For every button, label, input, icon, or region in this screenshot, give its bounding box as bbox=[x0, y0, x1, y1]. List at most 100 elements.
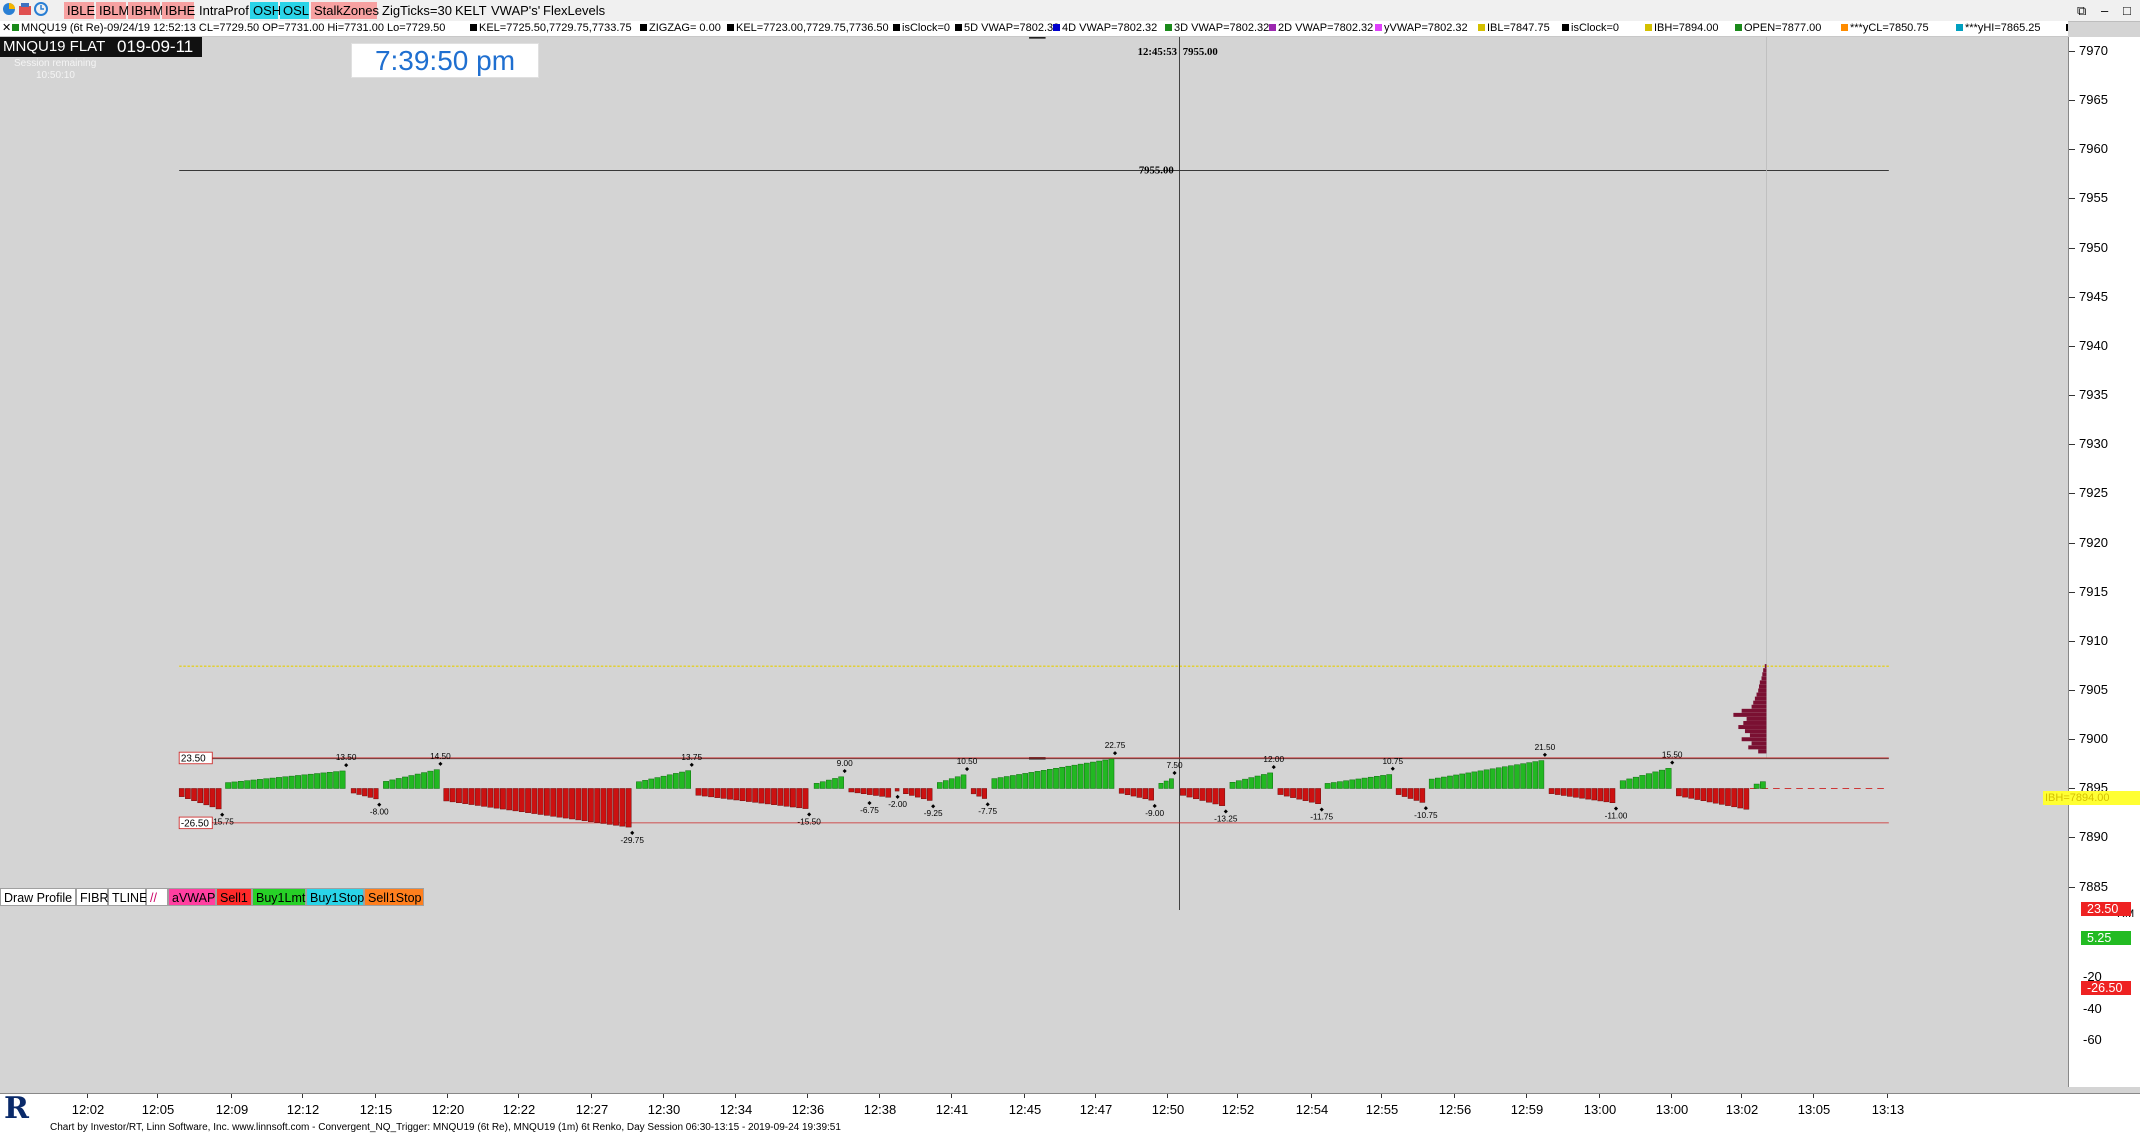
osc-bar-negative bbox=[1560, 788, 1567, 796]
osc-bar-negative bbox=[569, 788, 575, 820]
study-value-item: 4D VWAP=7802.32 bbox=[1053, 21, 1157, 36]
study-button-ible[interactable]: IBLE bbox=[64, 2, 95, 19]
osc-bar-negative bbox=[191, 788, 197, 801]
osc-pivot-marker bbox=[1172, 770, 1177, 776]
osc-bar-positive bbox=[276, 777, 282, 789]
osc-bar-negative bbox=[197, 788, 204, 804]
time-axis[interactable]: R 12:02 12:05 12:09 12:12 12:15 12:20 12:22 12:… bbox=[0, 1093, 2140, 1124]
profile-button-sell1[interactable]: Sell1 bbox=[216, 888, 252, 906]
osc-bar-negative bbox=[594, 788, 601, 823]
osc-bar-positive bbox=[1361, 777, 1368, 789]
osc-bar-negative bbox=[745, 788, 752, 802]
osc-upper-tag: 23.50 bbox=[2081, 902, 2131, 917]
osc-bar-positive bbox=[679, 771, 685, 789]
osc-bar-positive bbox=[1355, 778, 1362, 789]
top-splitter-handle bbox=[1029, 37, 1046, 39]
osc-pivot-marker bbox=[1613, 806, 1619, 811]
series-color-swatch bbox=[12, 24, 19, 31]
profile-button-sell1stop[interactable]: Sell1Stop bbox=[364, 888, 424, 906]
price-chart[interactable]: 12:45:53 7955.00 7955.00 -15.75 13.50 -8.00 14… bbox=[0, 37, 2068, 910]
study-button-ibhm[interactable]: IBHM bbox=[128, 2, 164, 19]
clock-icon[interactable] bbox=[34, 2, 48, 16]
osc-bar-negative bbox=[512, 788, 519, 812]
osc-pivot-label: -9.25 bbox=[924, 809, 943, 818]
profile-button-draw-profile[interactable]: Draw Profile bbox=[0, 888, 76, 906]
close-chart-icon[interactable]: ✕ bbox=[2, 21, 11, 36]
osc-bar-negative bbox=[701, 788, 708, 797]
study-value-text: 4D VWAP=7802.32 bbox=[1062, 22, 1158, 34]
study-button-osl[interactable]: OSL bbox=[280, 2, 309, 19]
osc-bar-negative bbox=[600, 788, 607, 824]
osc-bar-positive bbox=[414, 773, 421, 789]
osc-bar-positive bbox=[1386, 774, 1393, 789]
study-button-vwap-s-[interactable]: VWAP's' bbox=[488, 2, 540, 19]
osc-bar-positive bbox=[685, 770, 692, 789]
osc-bar-positive bbox=[660, 775, 667, 789]
osc-bar-negative bbox=[1688, 788, 1694, 799]
osc-bar-negative bbox=[581, 788, 588, 822]
osc-pivot-label: 14.50 bbox=[430, 752, 451, 761]
study-value-item: MNQU19 (6t Re)-09/24/19 12:52:13 CL=7729… bbox=[12, 21, 445, 36]
profile-button--[interactable]: // bbox=[146, 888, 168, 906]
osc-bar-negative bbox=[848, 788, 855, 793]
osc-bar-positive bbox=[1753, 783, 1760, 789]
osc-bar-negative bbox=[1719, 788, 1725, 805]
osc-bar-negative bbox=[1296, 788, 1303, 800]
osc-bar-positive bbox=[1248, 777, 1255, 789]
osc-bar-negative bbox=[178, 788, 185, 797]
profile-button-avwap[interactable]: aVWAP bbox=[168, 888, 216, 906]
osc-bar-negative bbox=[556, 788, 563, 818]
osc-bar-negative bbox=[1573, 788, 1579, 798]
osc-bar-positive bbox=[937, 782, 943, 789]
price-axis[interactable]: 7970 7965 7960 7955 7950 7945 7940 7935 7930 7925… bbox=[2043, 37, 2140, 1087]
price-axis-tick bbox=[2069, 493, 2075, 495]
maximize-window-button[interactable]: □ bbox=[2120, 2, 2134, 19]
study-button-zigticks-30[interactable]: ZigTicks=30 bbox=[379, 2, 452, 19]
study-value-text: KEL=7723.00,7729.75,7736.50 bbox=[736, 22, 889, 34]
osc-bar-negative bbox=[1712, 788, 1719, 804]
study-button-iblm[interactable]: IBLM bbox=[96, 2, 129, 19]
study-button-flexlevels[interactable]: FlexLevels bbox=[540, 2, 605, 19]
osc-bar-negative bbox=[1548, 788, 1555, 794]
volume-profile-bar bbox=[1746, 716, 1767, 721]
series-color-swatch bbox=[1956, 24, 1963, 31]
study-button-kelt[interactable]: KELT bbox=[452, 2, 487, 19]
profile-button-buy1lmt[interactable]: Buy1Lmt bbox=[252, 888, 306, 906]
osc-bar-positive bbox=[333, 771, 340, 789]
osc-pivot-label: -15.50 bbox=[797, 817, 821, 826]
osc-bar-negative bbox=[525, 788, 531, 813]
osc-bar-negative bbox=[587, 788, 594, 822]
restore-window-button[interactable]: ⧉ bbox=[2074, 2, 2089, 19]
osc-bar-negative bbox=[873, 788, 879, 796]
profile-button-tline[interactable]: TLINE bbox=[108, 888, 147, 906]
osc-bar-positive bbox=[948, 778, 955, 789]
price-axis-tick bbox=[2069, 149, 2075, 151]
osc-bar-positive bbox=[326, 771, 333, 789]
study-button-stalkzones[interactable]: StalkZones bbox=[311, 2, 379, 19]
osc-bar-negative bbox=[1315, 788, 1321, 804]
time-axis-tick bbox=[1311, 1094, 1312, 1098]
chart-pie-icon[interactable] bbox=[2, 2, 16, 16]
time-axis-tick bbox=[807, 1094, 808, 1098]
study-value-text: MNQU19 (6t Re)-09/24/19 12:52:13 CL=7729… bbox=[21, 22, 446, 34]
study-button-osh[interactable]: OSH bbox=[250, 2, 281, 19]
osc-bar-positive bbox=[1428, 778, 1435, 789]
study-value-text: ***yCL=7850.75 bbox=[1850, 22, 1929, 34]
osc-bar-negative bbox=[1186, 788, 1193, 798]
profile-button-fibr[interactable]: FIBR bbox=[76, 888, 108, 906]
time-axis-tick bbox=[1813, 1094, 1814, 1098]
osc-pivot-label: -7.75 bbox=[978, 807, 997, 816]
study-button-ibhe[interactable]: IBHE bbox=[162, 2, 195, 19]
time-axis-label: 12:09 bbox=[215, 1102, 249, 1117]
profile-button-buy1stop[interactable]: Buy1Stop bbox=[306, 888, 364, 906]
study-button-intraprof[interactable]: IntraProf bbox=[196, 2, 249, 19]
osc-bar-positive bbox=[1169, 778, 1174, 789]
osc-bar-positive bbox=[991, 778, 998, 789]
series-color-swatch bbox=[1735, 24, 1742, 31]
volume-profile-bar bbox=[1759, 684, 1767, 689]
osc-bar-negative bbox=[1407, 788, 1414, 799]
building-icon[interactable] bbox=[18, 2, 32, 16]
osc-bar-negative bbox=[1283, 788, 1290, 797]
time-axis-tick bbox=[518, 1094, 519, 1098]
minimize-window-button[interactable]: – bbox=[2098, 2, 2111, 19]
